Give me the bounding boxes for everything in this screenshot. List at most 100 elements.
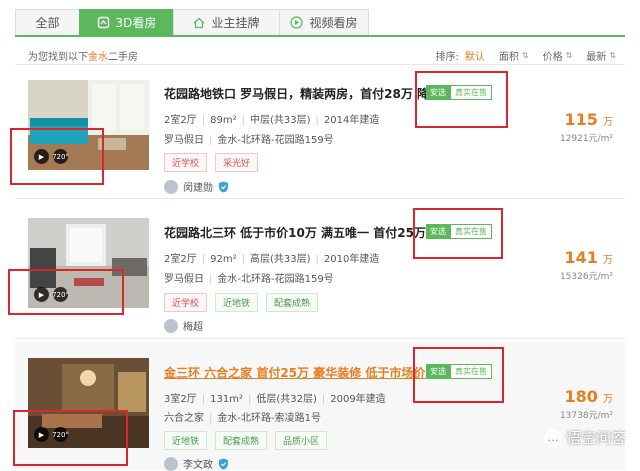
total-price: 115 万: [565, 110, 614, 129]
estate-name[interactable]: 罗马假日: [164, 135, 204, 146]
annotation-box: [413, 208, 503, 259]
listing-location: 六合之家 | 金水-北环路-索凌路1号: [164, 413, 321, 424]
spec-size: 89m²: [210, 115, 237, 126]
spec-floor: 中层(共33层): [249, 115, 311, 126]
feature-tag: 近学校: [164, 153, 208, 172]
result-prefix: 为您找到以下: [28, 52, 88, 63]
listing-location: 罗马假日 | 金水-北环路-花园路159号: [164, 135, 334, 146]
sort-area-label: 面积: [498, 52, 519, 63]
sort-newest-label: 最新: [586, 52, 607, 63]
feature-tag: 品质小区: [275, 431, 328, 450]
divider: [15, 338, 625, 339]
listing-specs: 2室2厅 | 89m² | 中层(共33层) | 2014年建造: [164, 115, 380, 126]
sort-label: 排序:: [435, 52, 459, 63]
tab-bar: 全部 3D看房 业主挂牌 视频看房: [15, 9, 369, 36]
spec-size: 131m²: [210, 394, 243, 405]
agent-info[interactable]: 闵建勋: [164, 179, 229, 194]
address: 金水-北环路-花园路159号: [217, 135, 334, 146]
chat-bubble-icon: …: [543, 428, 562, 447]
price-value: 141: [564, 248, 598, 267]
feature-tags: 近地铁 配套成熟 品质小区: [164, 431, 328, 450]
tab-all[interactable]: 全部: [15, 9, 79, 36]
tab-owner-listing-label: 业主挂牌: [211, 16, 260, 30]
spec-layout: 3室2厅: [164, 394, 197, 405]
total-price: 141 万: [565, 248, 614, 267]
annotation-box: [8, 269, 124, 315]
price-unit: 万: [603, 255, 613, 266]
avatar: [164, 179, 178, 194]
tab-owner-listing[interactable]: 业主挂牌: [173, 9, 279, 36]
unit-price: 13738元/m²: [559, 411, 613, 421]
divider: [15, 64, 625, 65]
price-unit: 万: [603, 117, 613, 128]
spec-layout: 2室2厅: [164, 254, 197, 265]
estate-name[interactable]: 六合之家: [164, 413, 204, 424]
price-unit: 万: [603, 394, 613, 405]
avatar: [164, 456, 178, 471]
feature-tags: 近学校 近地铁 配套成熟: [164, 293, 319, 312]
feature-tag: 配套成熟: [215, 431, 268, 450]
annotation-box: [413, 347, 504, 403]
price-value: 180: [564, 387, 598, 406]
agent-name: 闵建勋: [183, 183, 213, 194]
spec-year: 2009年建造: [330, 394, 386, 405]
sort-area[interactable]: 面积 ⇅: [499, 48, 529, 63]
spec-layout: 2室2厅: [164, 115, 197, 126]
listing-specs: 3室2厅 | 131m² | 低层(共32层) | 2009年建造: [164, 394, 386, 405]
estate-name[interactable]: 罗马假日: [164, 274, 204, 285]
address: 金水-北环路-花园路159号: [217, 274, 334, 285]
spec-floor: 低层(共32层): [256, 394, 317, 405]
result-keyword: 金水: [88, 52, 108, 63]
watermark: … 悟空问答: [543, 427, 626, 448]
sort-bar: 排序: 默认 面积 ⇅ 价格 ⇅ 最新 ⇅: [436, 48, 616, 63]
listing-location: 罗马假日 | 金水-北环路-花园路159号: [164, 274, 334, 285]
unit-price: 15326元/m²: [559, 272, 613, 282]
feature-tag: 配套成熟: [266, 293, 319, 312]
annotation-box: [13, 410, 128, 466]
unit-price: 12921元/m²: [559, 134, 613, 144]
feature-tag: 近地铁: [164, 431, 208, 450]
listing-title[interactable]: 花园路地铁口 罗马假日，精装两房，首付28万 降...: [164, 85, 443, 102]
divider: [15, 198, 625, 199]
owner-icon: [193, 17, 205, 29]
verified-shield-icon: [219, 458, 228, 469]
sort-price[interactable]: 价格 ⇅: [543, 48, 573, 63]
tab-3d-view[interactable]: 3D看房: [79, 9, 173, 36]
spec-year: 2014年建造: [323, 115, 380, 126]
agent-name: 梅超: [183, 322, 203, 333]
price-value: 115: [564, 110, 598, 129]
annotation-box: [415, 71, 508, 128]
agent-name: 李文政: [183, 460, 213, 471]
total-price: 180 万: [565, 387, 614, 406]
feature-tag: 近地铁: [215, 293, 259, 312]
listing-specs: 2室2厅 | 92m² | 高层(共33层) | 2010年建造: [164, 254, 380, 265]
listing-title[interactable]: 金三环 六合之家 首付25万 豪华装修 低于市场价2...: [164, 364, 447, 381]
listing-title[interactable]: 花园路北三环 低于市价10万 满五唯一 首付25万 ...: [164, 224, 444, 241]
sort-newest[interactable]: 最新 ⇅: [586, 48, 616, 63]
spec-size: 92m²: [210, 254, 237, 265]
spec-floor: 高层(共33层): [249, 254, 311, 265]
feature-tag: 采光好: [215, 153, 259, 172]
agent-info[interactable]: 李文政: [164, 456, 229, 471]
result-summary: 为您找到以下金水二手房: [28, 48, 138, 63]
tab-underline: [15, 35, 625, 37]
verified-shield-icon: [219, 181, 228, 192]
spec-year: 2010年建造: [323, 254, 380, 265]
watermark-text: 悟空问答: [565, 429, 626, 447]
sort-default[interactable]: 默认: [465, 48, 485, 63]
tab-video-view[interactable]: 视频看房: [279, 9, 369, 36]
3d-cube-icon: [97, 16, 110, 29]
sort-default-label: 默认: [464, 52, 485, 63]
sort-price-label: 价格: [542, 52, 563, 63]
play-circle-icon: [290, 16, 304, 29]
tab-all-label: 全部: [35, 16, 60, 30]
tab-video-view-label: 视频看房: [309, 16, 358, 30]
sort-arrow-icon: ⇅: [565, 51, 573, 60]
listing-item[interactable]: ▶ 720° 花园路地铁口 罗马假日，精装两房，首付28万 降... 安选 真实…: [15, 68, 625, 198]
annotation-box: [10, 128, 104, 185]
feature-tags: 近学校 采光好: [164, 153, 259, 172]
sort-arrow-icon: ⇅: [609, 51, 616, 60]
agent-info[interactable]: 梅超: [164, 318, 203, 333]
result-suffix: 二手房: [108, 52, 138, 63]
address: 金水-北环路-索凌路1号: [217, 413, 321, 424]
